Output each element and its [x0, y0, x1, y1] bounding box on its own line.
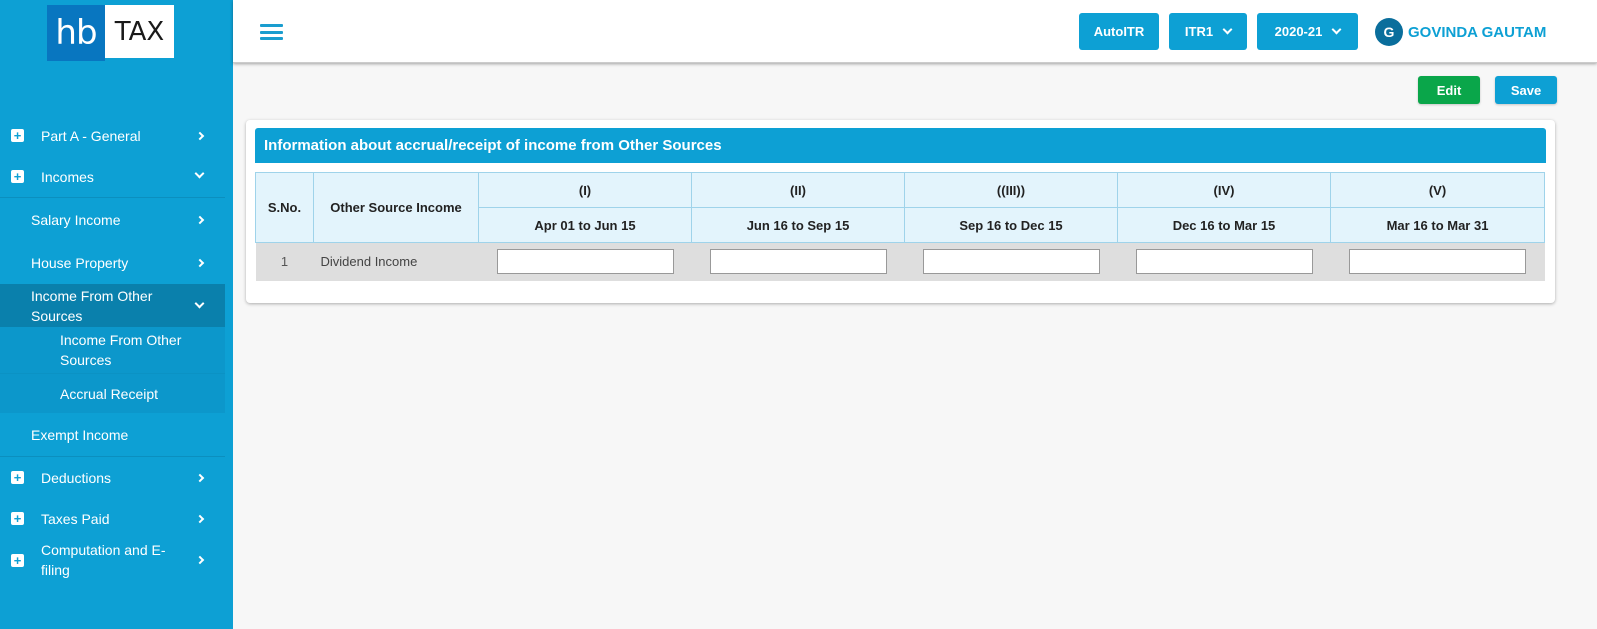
amount-input-period-5[interactable] [1349, 249, 1526, 275]
cell-period-3 [904, 242, 1118, 281]
col-header-other-source-income: Other Source Income [313, 172, 479, 243]
edit-button[interactable]: Edit [1418, 76, 1480, 104]
accrual-table: S.No. Other Source Income (I) (II) ((III… [255, 172, 1545, 281]
cell-period-4 [1117, 242, 1331, 281]
sidebar-subitem-income-from-other-sources[interactable]: Income From Other Sources [0, 327, 225, 373]
col-header-range-2: Jun 16 to Sep 15 [691, 207, 905, 243]
itr-form-select[interactable]: ITR1 [1169, 13, 1247, 50]
cell-period-1 [478, 242, 692, 281]
autoitr-label: AutoITR [1093, 24, 1145, 39]
sidebar: hb TAX + Part A - General + Incomes Sala… [0, 0, 233, 629]
sidebar-item-salary-income[interactable]: Salary Income [0, 198, 225, 241]
sidebar-item-label: House Property [31, 254, 129, 271]
plus-square-icon: + [11, 170, 24, 183]
cell-period-2 [691, 242, 905, 281]
plus-square-icon: + [11, 129, 24, 142]
card-title: Information about accrual/receipt of inc… [255, 128, 1546, 163]
col-header-sno: S.No. [255, 172, 314, 243]
table-row: 1 Dividend Income [255, 242, 1545, 281]
sidebar-item-label: Accrual Receipt [60, 385, 159, 402]
chevron-right-icon [195, 130, 205, 142]
hamburger-menu-icon[interactable] [260, 24, 283, 40]
avatar: G [1375, 18, 1403, 46]
plus-square-icon: + [11, 512, 24, 525]
sidebar-item-label: Part A - General [41, 127, 141, 144]
user-menu[interactable]: G GOVINDA GAUTAM [1375, 18, 1546, 46]
sidebar-item-part-a-general[interactable]: + Part A - General [0, 115, 225, 156]
plus-square-icon: + [11, 553, 24, 567]
sidebar-item-label: Incomes [41, 168, 94, 185]
cell-period-5 [1330, 242, 1545, 281]
col-header-range-3: Sep 16 to Dec 15 [904, 207, 1118, 243]
col-header-period-4: (IV) [1117, 172, 1331, 208]
chevron-down-icon [194, 168, 205, 180]
sidebar-item-deductions[interactable]: + Deductions [0, 457, 225, 498]
chevron-down-icon [194, 298, 205, 310]
sidebar-subitem-accrual-receipt[interactable]: Accrual Receipt [0, 373, 225, 413]
row-sno: 1 [255, 242, 314, 281]
chevron-right-icon [195, 214, 205, 226]
accrual-card: Information about accrual/receipt of inc… [246, 120, 1555, 303]
assessment-year-select[interactable]: 2020-21 [1257, 13, 1358, 50]
chevron-right-icon [195, 472, 205, 484]
plus-square-icon: + [11, 471, 24, 484]
col-header-period-1: (I) [478, 172, 692, 208]
chevron-right-icon [195, 554, 205, 566]
amount-input-period-3[interactable] [922, 249, 1100, 275]
sidebar-nav: + Part A - General + Incomes Salary Inco… [0, 115, 225, 581]
sidebar-item-label: Deductions [41, 469, 112, 486]
sidebar-item-label: Exempt Income [31, 426, 129, 443]
sidebar-item-label: Taxes Paid [41, 510, 110, 527]
sidebar-item-label: Income From Other Sources [31, 287, 153, 324]
sidebar-item-incomes[interactable]: + Incomes [0, 156, 225, 197]
sidebar-item-income-from-other-sources[interactable]: Income From Other Sources [0, 284, 225, 327]
sidebar-item-label: Salary Income [31, 211, 121, 228]
sidebar-item-taxes-paid[interactable]: + Taxes Paid [0, 498, 225, 539]
col-header-period-3: ((III)) [904, 172, 1118, 208]
logo-tax: TAX [105, 5, 174, 58]
sidebar-item-computation-and-e-filing[interactable]: + Computation and E-filing [0, 539, 225, 581]
chevron-down-icon [1331, 24, 1342, 35]
col-header-range-1: Apr 01 to Jun 15 [478, 207, 692, 243]
chevron-right-icon [195, 513, 205, 525]
col-header-period-5: (V) [1330, 172, 1545, 208]
amount-input-period-2[interactable] [709, 249, 887, 275]
assessment-year-value: 2020-21 [1274, 24, 1323, 39]
itr-form-value: ITR1 [1184, 24, 1214, 39]
top-header: AutoITR ITR1 2020-21 G GOVINDA GAUTAM [233, 0, 1597, 63]
col-header-period-2: (II) [691, 172, 905, 208]
sidebar-item-house-property[interactable]: House Property [0, 241, 225, 284]
autoitr-button[interactable]: AutoITR [1079, 13, 1159, 50]
row-income-name: Dividend Income [313, 242, 479, 281]
sidebar-item-exempt-income[interactable]: Exempt Income [0, 413, 225, 456]
save-button[interactable]: Save [1495, 76, 1557, 104]
col-header-range-5: Mar 16 to Mar 31 [1330, 207, 1545, 243]
amount-input-period-4[interactable] [1135, 249, 1313, 275]
sidebar-item-label: Computation and E-filing [41, 542, 166, 578]
user-name: GOVINDA GAUTAM [1408, 23, 1547, 41]
chevron-down-icon [1222, 24, 1233, 35]
chevron-right-icon [195, 257, 205, 269]
col-header-range-4: Dec 16 to Mar 15 [1117, 207, 1331, 243]
hbtax-logo[interactable]: hb TAX [47, 5, 174, 61]
sidebar-item-label: Income From Other Sources [60, 332, 182, 368]
amount-input-period-1[interactable] [496, 249, 674, 275]
logo-hb: hb [47, 5, 105, 61]
